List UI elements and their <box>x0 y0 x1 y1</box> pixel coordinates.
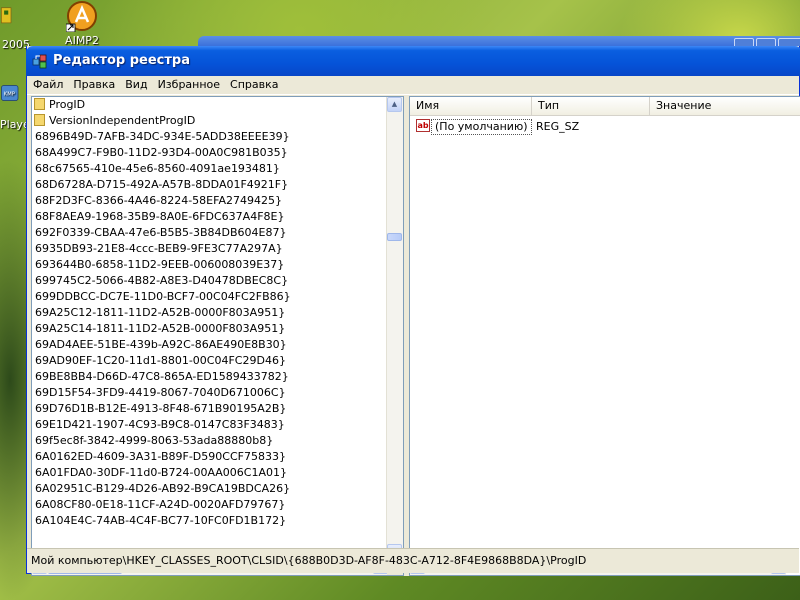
string-value-icon: ab <box>416 119 430 132</box>
tree-key-item[interactable]: 69BE8BB4-D66D-47C8-865A-ED1589433782} <box>32 369 388 385</box>
tree-key-item[interactable]: 699745C2-5066-4B82-A8E3-D40478DBEC8C} <box>32 273 388 289</box>
value-type: REG_SZ <box>536 120 580 133</box>
registry-editor-window: Редактор реестра Файл Правка Вид Избранное С… <box>26 46 800 576</box>
menu-favorites[interactable]: Избранное <box>154 76 224 93</box>
folder-icon <box>34 98 45 110</box>
tree-key-item[interactable]: 6A01FDA0-30DF-11d0-B724-00AA006C1A01} <box>32 465 388 481</box>
tree-key-item[interactable]: 6935DB93-21E8-4ccc-BEB9-9FE3C77A297A} <box>32 241 388 257</box>
kmplayer-icon: KMP <box>1 85 19 101</box>
tree-key-item[interactable]: 68F8AEA9-1968-35B9-8A0E-6FDC637A4F8E} <box>32 209 388 225</box>
status-path: Мой компьютер\HKEY_CLASSES_ROOT\CLSID\{6… <box>31 554 587 567</box>
status-bar: Мой компьютер\HKEY_CLASSES_ROOT\CLSID\{6… <box>27 548 799 573</box>
tree-key-item[interactable]: 693644B0-6858-11D2-9EEB-006008039E37} <box>32 257 388 273</box>
column-name[interactable]: Имя <box>410 97 532 115</box>
tree-key-item[interactable]: 68F2D3FC-8366-4A46-8224-58EFA2749425} <box>32 193 388 209</box>
tree-key-item[interactable]: 69AD90EF-1C20-11d1-8801-00C04FC29D46} <box>32 353 388 369</box>
menu-file[interactable]: Файл <box>29 76 67 93</box>
desktop-icon-player[interactable]: KMP Player <box>0 84 34 131</box>
folder-icon <box>34 114 45 126</box>
menu-view[interactable]: Вид <box>121 76 151 93</box>
tree-key-item[interactable]: 69D15F54-3FD9-4419-8067-7040D671006C} <box>32 385 388 401</box>
tree-key-item[interactable]: 69E1D421-1907-4C93-B9C8-0147C83F3483} <box>32 417 388 433</box>
scroll-up-icon[interactable]: ▲ <box>387 97 402 112</box>
menu-edit[interactable]: Правка <box>69 76 119 93</box>
tree-key-item[interactable]: 6896B49D-7AFB-34DC-934E-5ADD38EEEE39} <box>32 129 388 145</box>
aimp-icon <box>66 1 97 32</box>
column-value[interactable]: Значение <box>650 97 800 115</box>
value-name: (По умолчанию) <box>431 119 532 135</box>
tree-key-item[interactable]: 69f5ec8f-3842-4999-8063-53ada88880b8} <box>32 433 388 449</box>
tree-key-item[interactable]: 69A25C12-1811-11D2-A52B-0000F803A951} <box>32 305 388 321</box>
regedit-icon <box>32 54 47 69</box>
column-type[interactable]: Тип <box>532 97 650 115</box>
tree-item-progid[interactable]: ProgID <box>32 97 388 113</box>
desktop-icon-aimp2[interactable]: AIMP2 <box>56 0 108 47</box>
svg-text:KMP: KMP <box>4 91 15 97</box>
scroll-thumb[interactable] <box>387 233 402 241</box>
tree-key-item[interactable]: 6A0162ED-4609-3A31-B89F-D590CCF75833} <box>32 449 388 465</box>
tree-key-item[interactable]: 69AD4AEE-51BE-439b-A92C-86AE490E8B30} <box>32 337 388 353</box>
tree-vertical-scrollbar[interactable]: ▲ ▼ <box>386 97 403 559</box>
app-icon <box>1 7 12 24</box>
title-bar[interactable]: Редактор реестра <box>26 46 800 76</box>
tree-item-label: VersionIndependentProgID <box>49 114 196 127</box>
tree-item-versionindependentprogid[interactable]: VersionIndependentProgID <box>32 113 388 129</box>
desktop-icon-2005[interactable]: 2005 <box>0 0 36 51</box>
key-tree[interactable]: ProgID VersionIndependentProgID 6896B49D… <box>32 97 388 559</box>
menu-bar: Файл Правка Вид Избранное Справка <box>27 76 799 95</box>
tree-key-item[interactable]: 6A02951C-B129-4D26-AB92-B9CA19BDCA26} <box>32 481 388 497</box>
window-title: Редактор реестра <box>53 53 190 68</box>
tree-key-item[interactable]: 69D76D1B-B12E-4913-8F48-671B90195A2B} <box>32 401 388 417</box>
column-header: Имя Тип Значение <box>410 97 800 116</box>
menu-help[interactable]: Справка <box>226 76 282 93</box>
key-tree-pane[interactable]: ProgID VersionIndependentProgID 6896B49D… <box>31 96 404 576</box>
tree-key-item[interactable]: 68D6728A-D715-492A-A57B-8DDA01F4921F} <box>32 177 388 193</box>
tree-key-item[interactable]: 6A104E4C-74AB-4C4F-BC77-10FC0FD1B172} <box>32 513 388 529</box>
tree-key-item[interactable]: 68A499C7-F9B0-11D2-93D4-00A0C981B035} <box>32 145 388 161</box>
values-pane[interactable]: Имя Тип Значение ab (По умолчанию) REG_S… <box>409 96 800 576</box>
tree-key-item[interactable]: 692F0339-CBAA-47e6-B5B5-3B84DB604E87} <box>32 225 388 241</box>
tree-item-label: ProgID <box>49 98 86 111</box>
list-item[interactable]: ab (По умолчанию) REG_SZ <box>410 119 800 135</box>
tree-key-item[interactable]: 68c67565-410e-45e6-8560-4091ae193481} <box>32 161 388 177</box>
tree-key-item[interactable]: 699DDBCC-DC7E-11D0-BCF7-00C04FC2FB86} <box>32 289 388 305</box>
tree-key-item[interactable]: 6A08CF80-0E18-11CF-A24D-0020AFD79767} <box>32 497 388 513</box>
tree-key-item[interactable]: 69A25C14-1811-11D2-A52B-0000F803A951} <box>32 321 388 337</box>
